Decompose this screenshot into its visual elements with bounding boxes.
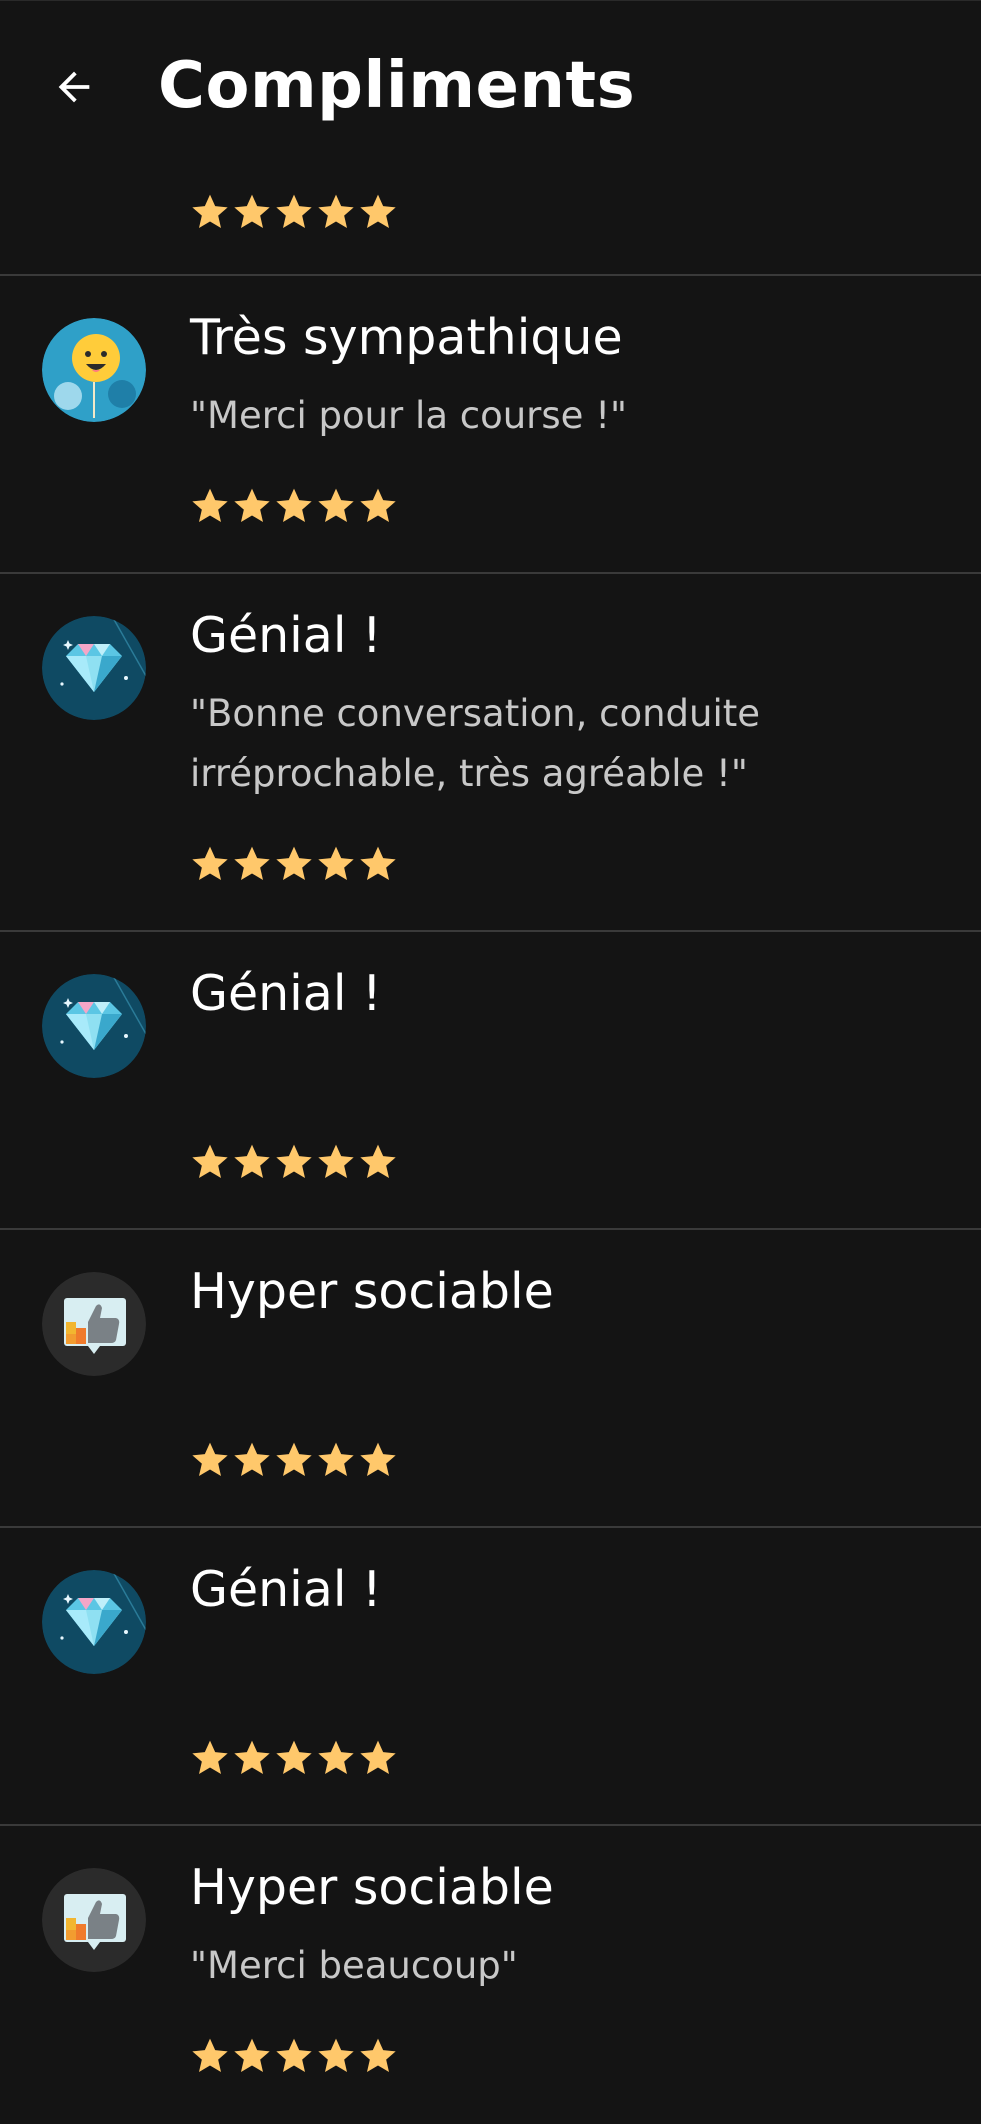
arrow-left-icon xyxy=(58,71,90,103)
star-icon xyxy=(190,2036,230,2076)
compliment-title: Génial ! xyxy=(190,607,382,664)
star-icon xyxy=(358,1440,398,1480)
compliment-title: Génial ! xyxy=(190,1561,382,1618)
compliment-row: Génial ! xyxy=(0,932,981,1230)
star-icon xyxy=(274,192,314,232)
diamond-icon xyxy=(42,974,146,1078)
compliment-row: Très sympathique "Merci pour la course !… xyxy=(0,276,981,574)
diamond-icon xyxy=(42,1570,146,1674)
compliment-row: Génial ! xyxy=(0,1528,981,1826)
compliment-message: "Bonne conversation, conduite irréprocha… xyxy=(190,692,761,795)
star-icon xyxy=(190,844,230,884)
star-rating xyxy=(190,2036,398,2076)
star-icon xyxy=(274,1142,314,1182)
compliment-message: "Merci beaucoup" xyxy=(190,1944,518,1987)
star-icon xyxy=(358,192,398,232)
star-icon xyxy=(232,1142,272,1182)
star-icon xyxy=(358,844,398,884)
compliment-title: Très sympathique xyxy=(190,309,623,366)
star-rating xyxy=(190,1440,398,1480)
star-icon xyxy=(232,844,272,884)
star-icon xyxy=(358,486,398,526)
diamond-icon xyxy=(42,616,146,720)
star-icon xyxy=(274,2036,314,2076)
back-button[interactable] xyxy=(40,53,108,121)
star-icon xyxy=(316,192,356,232)
compliment-title: Hyper sociable xyxy=(190,1859,554,1916)
star-rating xyxy=(190,1142,398,1182)
star-icon xyxy=(190,486,230,526)
compliment-title: Génial ! xyxy=(190,965,382,1022)
compliment-row: Hyper sociable xyxy=(0,1230,981,1528)
star-icon xyxy=(232,192,272,232)
star-rating xyxy=(190,192,398,232)
star-icon xyxy=(232,2036,272,2076)
star-icon xyxy=(316,844,356,884)
smiley-balloon-icon xyxy=(42,318,146,422)
compliment-message: "Merci pour la course !" xyxy=(190,394,628,437)
compliment-row: Génial ! "Bonne conversation, conduite i… xyxy=(0,574,981,932)
star-rating xyxy=(190,486,398,526)
thumbs-up-icon xyxy=(42,1272,146,1376)
star-icon xyxy=(190,1142,230,1182)
star-icon xyxy=(358,2036,398,2076)
top-app-bar: Compliments xyxy=(0,0,981,171)
compliment-title: Hyper sociable xyxy=(190,1263,554,1320)
compliment-row xyxy=(0,170,981,276)
star-icon xyxy=(316,2036,356,2076)
page-title: Compliments xyxy=(158,49,636,123)
thumbs-up-icon xyxy=(42,1868,146,1972)
star-icon xyxy=(274,1440,314,1480)
star-icon xyxy=(190,1738,230,1778)
star-icon xyxy=(274,1738,314,1778)
star-icon xyxy=(232,1738,272,1778)
star-icon xyxy=(274,844,314,884)
compliments-list[interactable]: Très sympathique "Merci pour la course !… xyxy=(0,170,981,2124)
star-icon xyxy=(232,1440,272,1480)
star-icon xyxy=(190,1440,230,1480)
star-icon xyxy=(190,192,230,232)
star-icon xyxy=(316,486,356,526)
star-icon xyxy=(316,1440,356,1480)
star-rating xyxy=(190,844,398,884)
star-icon xyxy=(316,1738,356,1778)
star-icon xyxy=(232,486,272,526)
star-icon xyxy=(316,1142,356,1182)
star-rating xyxy=(190,1738,398,1778)
star-icon xyxy=(274,486,314,526)
star-icon xyxy=(358,1142,398,1182)
compliment-row: Hyper sociable "Merci beaucoup" xyxy=(0,1826,981,2124)
star-icon xyxy=(358,1738,398,1778)
